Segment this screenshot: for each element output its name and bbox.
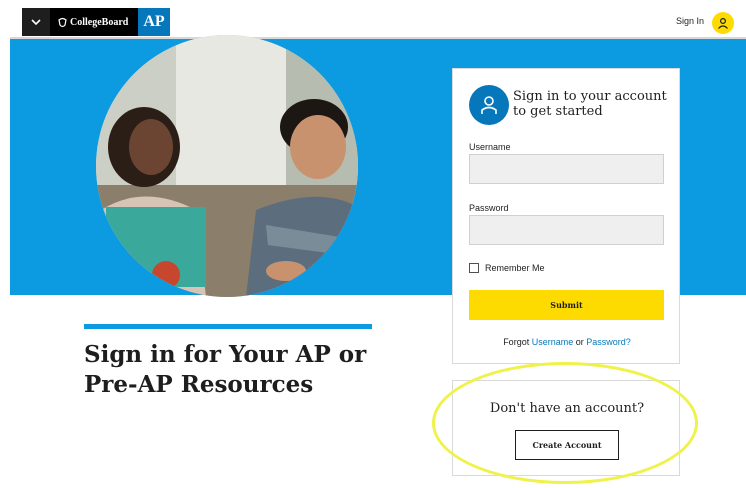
remember-me-checkbox[interactable] (469, 263, 479, 273)
remember-me-label: Remember Me (485, 263, 545, 273)
ap-logo[interactable]: AP (138, 8, 170, 36)
submit-button[interactable]: Submit (469, 290, 664, 320)
create-account-button[interactable]: Create Account (515, 430, 619, 460)
chevron-down-icon (31, 18, 41, 25)
user-icon (481, 96, 497, 114)
password-label: Password (469, 203, 509, 213)
password-input[interactable] (469, 215, 664, 245)
create-account-heading: Don't have an account? (489, 401, 645, 416)
user-icon (718, 17, 728, 29)
sign-in-card: Sign in to your account to get started U… (452, 68, 680, 364)
acorn-icon (58, 17, 67, 27)
heading-accent-rule (84, 324, 372, 329)
collegeboard-logo[interactable]: CollegeBoard (50, 8, 138, 36)
user-avatar[interactable] (712, 12, 734, 34)
forgot-password-link[interactable]: Password? (586, 337, 631, 347)
account-icon-badge (469, 85, 509, 125)
remember-me-row[interactable]: Remember Me (469, 263, 545, 273)
brand-text: CollegeBoard (70, 16, 129, 28)
forgot-username-link[interactable]: Username (532, 337, 574, 347)
create-account-card: Don't have an account? Create Account (452, 380, 680, 476)
username-label: Username (469, 142, 511, 152)
sign-in-heading: Sign in to your account to get started (513, 89, 667, 119)
page-title: Sign in for Your AP or Pre-AP Resources (84, 341, 367, 398)
menu-button[interactable] (22, 8, 50, 36)
forgot-credentials-row: Forgot Username or Password? (453, 337, 681, 347)
header-sign-in-link[interactable]: Sign In (676, 16, 704, 26)
forgot-or: or (575, 337, 584, 347)
students-illustration (96, 35, 358, 297)
username-input[interactable] (469, 154, 664, 184)
top-bar: CollegeBoard AP Sign In (0, 0, 746, 38)
forgot-prefix: Forgot (503, 337, 530, 347)
students-photo (96, 35, 358, 297)
